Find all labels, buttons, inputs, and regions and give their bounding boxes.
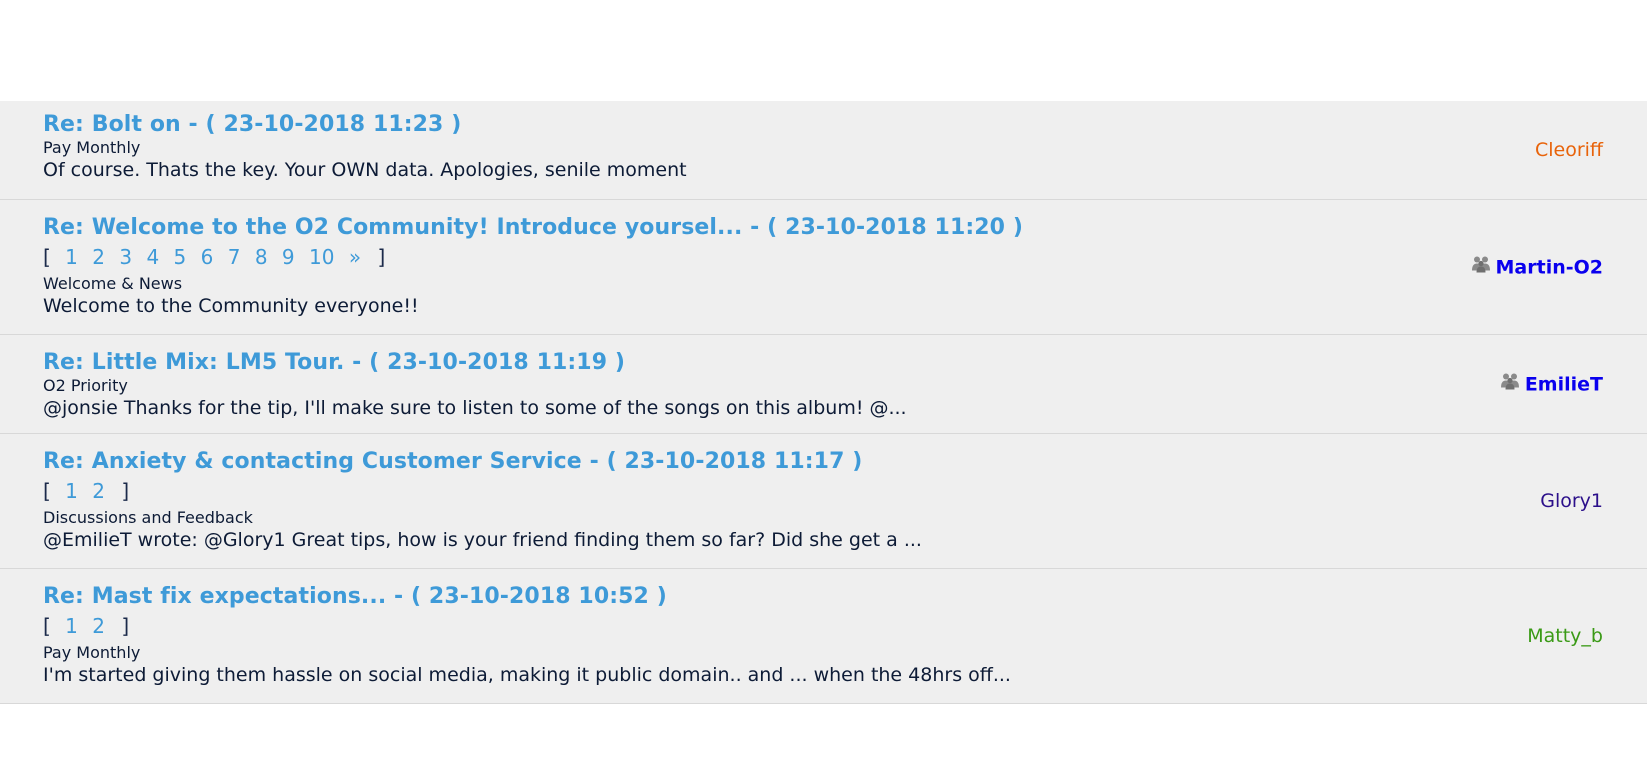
list-item: Re: Welcome to the O2 Community! Introdu… <box>0 200 1647 335</box>
author-name: Cleoriff <box>1534 139 1603 161</box>
page-link[interactable]: 7 <box>228 245 241 269</box>
page-link[interactable]: 2 <box>92 479 105 503</box>
author-name: Matty_b <box>1527 625 1603 647</box>
next-pages-link[interactable]: » <box>349 245 361 269</box>
post-snippet: I'm started giving them hassle on social… <box>43 664 1011 686</box>
author-link[interactable]: Cleoriff <box>1535 139 1603 161</box>
pager-open-bracket: [ <box>43 614 51 638</box>
author-name: Martin-O2 <box>1495 256 1603 278</box>
list-item: Re: Mast fix expectations... - ( 23-10-2… <box>0 569 1647 704</box>
page-link[interactable]: 9 <box>282 245 295 269</box>
list-item: Re: Bolt on - ( 23-10-2018 11:23 ) Pay M… <box>0 101 1647 200</box>
pager-open-bracket: [ <box>43 479 51 503</box>
page-link[interactable]: 3 <box>119 245 132 269</box>
post-title-link[interactable]: Re: Bolt on - ( 23-10-2018 11:23 ) <box>43 112 1603 138</box>
page-link[interactable]: 6 <box>201 245 214 269</box>
page-link[interactable]: 8 <box>255 245 268 269</box>
list-item: Re: Anxiety & contacting Customer Servic… <box>0 434 1647 569</box>
page-link[interactable]: 5 <box>174 245 187 269</box>
board-label: Welcome & News <box>43 274 183 293</box>
post-title-link[interactable]: Re: Little Mix: LM5 Tour. - ( 23-10-2018… <box>43 350 1603 376</box>
post-title-link[interactable]: Re: Mast fix expectations... - ( 23-10-2… <box>43 584 1603 610</box>
page-link[interactable]: 1 <box>65 245 78 269</box>
pager-close-bracket: ] <box>121 614 130 638</box>
author-link[interactable]: Glory1 <box>1540 490 1603 512</box>
author-name: EmilieT <box>1524 373 1603 395</box>
post-snippet: @jonsie Thanks for the tip, I'll make su… <box>43 397 907 419</box>
pagination: [ 1 2 3 4 5 6 7 8 9 10 » ] <box>43 245 1603 269</box>
pager-close-bracket: ] <box>377 245 386 269</box>
page-link[interactable]: 1 <box>65 614 78 638</box>
pagination: [ 1 2 ] <box>43 479 1603 503</box>
page-link[interactable]: 2 <box>92 245 105 269</box>
board-label: Discussions and Feedback <box>43 508 253 527</box>
board-label: O2 Priority <box>43 376 128 395</box>
author-name: Glory1 <box>1540 490 1603 512</box>
team-icon <box>1500 373 1520 396</box>
author-link[interactable]: EmilieT <box>1500 373 1603 396</box>
list-item: Re: Little Mix: LM5 Tour. - ( 23-10-2018… <box>0 335 1647 434</box>
pagination: [ 1 2 ] <box>43 614 1603 638</box>
author-link[interactable]: Martin-O2 <box>1471 256 1603 279</box>
post-snippet: Welcome to the Community everyone!! <box>43 295 419 317</box>
team-icon <box>1471 256 1491 279</box>
page-link[interactable]: 4 <box>146 245 159 269</box>
post-snippet: Of course. Thats the key. Your OWN data.… <box>43 159 687 181</box>
post-title-link[interactable]: Re: Welcome to the O2 Community! Introdu… <box>43 215 1603 241</box>
page-link[interactable]: 10 <box>309 245 334 269</box>
recent-posts-list: Re: Bolt on - ( 23-10-2018 11:23 ) Pay M… <box>0 101 1647 704</box>
board-label: Pay Monthly <box>43 138 141 157</box>
post-snippet: @EmilieT wrote: @Glory1 Great tips, how … <box>43 529 922 551</box>
page-link[interactable]: 1 <box>65 479 78 503</box>
board-label: Pay Monthly <box>43 643 141 662</box>
pager-close-bracket: ] <box>121 479 130 503</box>
page-link[interactable]: 2 <box>92 614 105 638</box>
pager-open-bracket: [ <box>43 245 51 269</box>
page-header-space <box>0 0 1647 101</box>
post-title-link[interactable]: Re: Anxiety & contacting Customer Servic… <box>43 449 1603 475</box>
author-link[interactable]: Matty_b <box>1527 625 1603 647</box>
